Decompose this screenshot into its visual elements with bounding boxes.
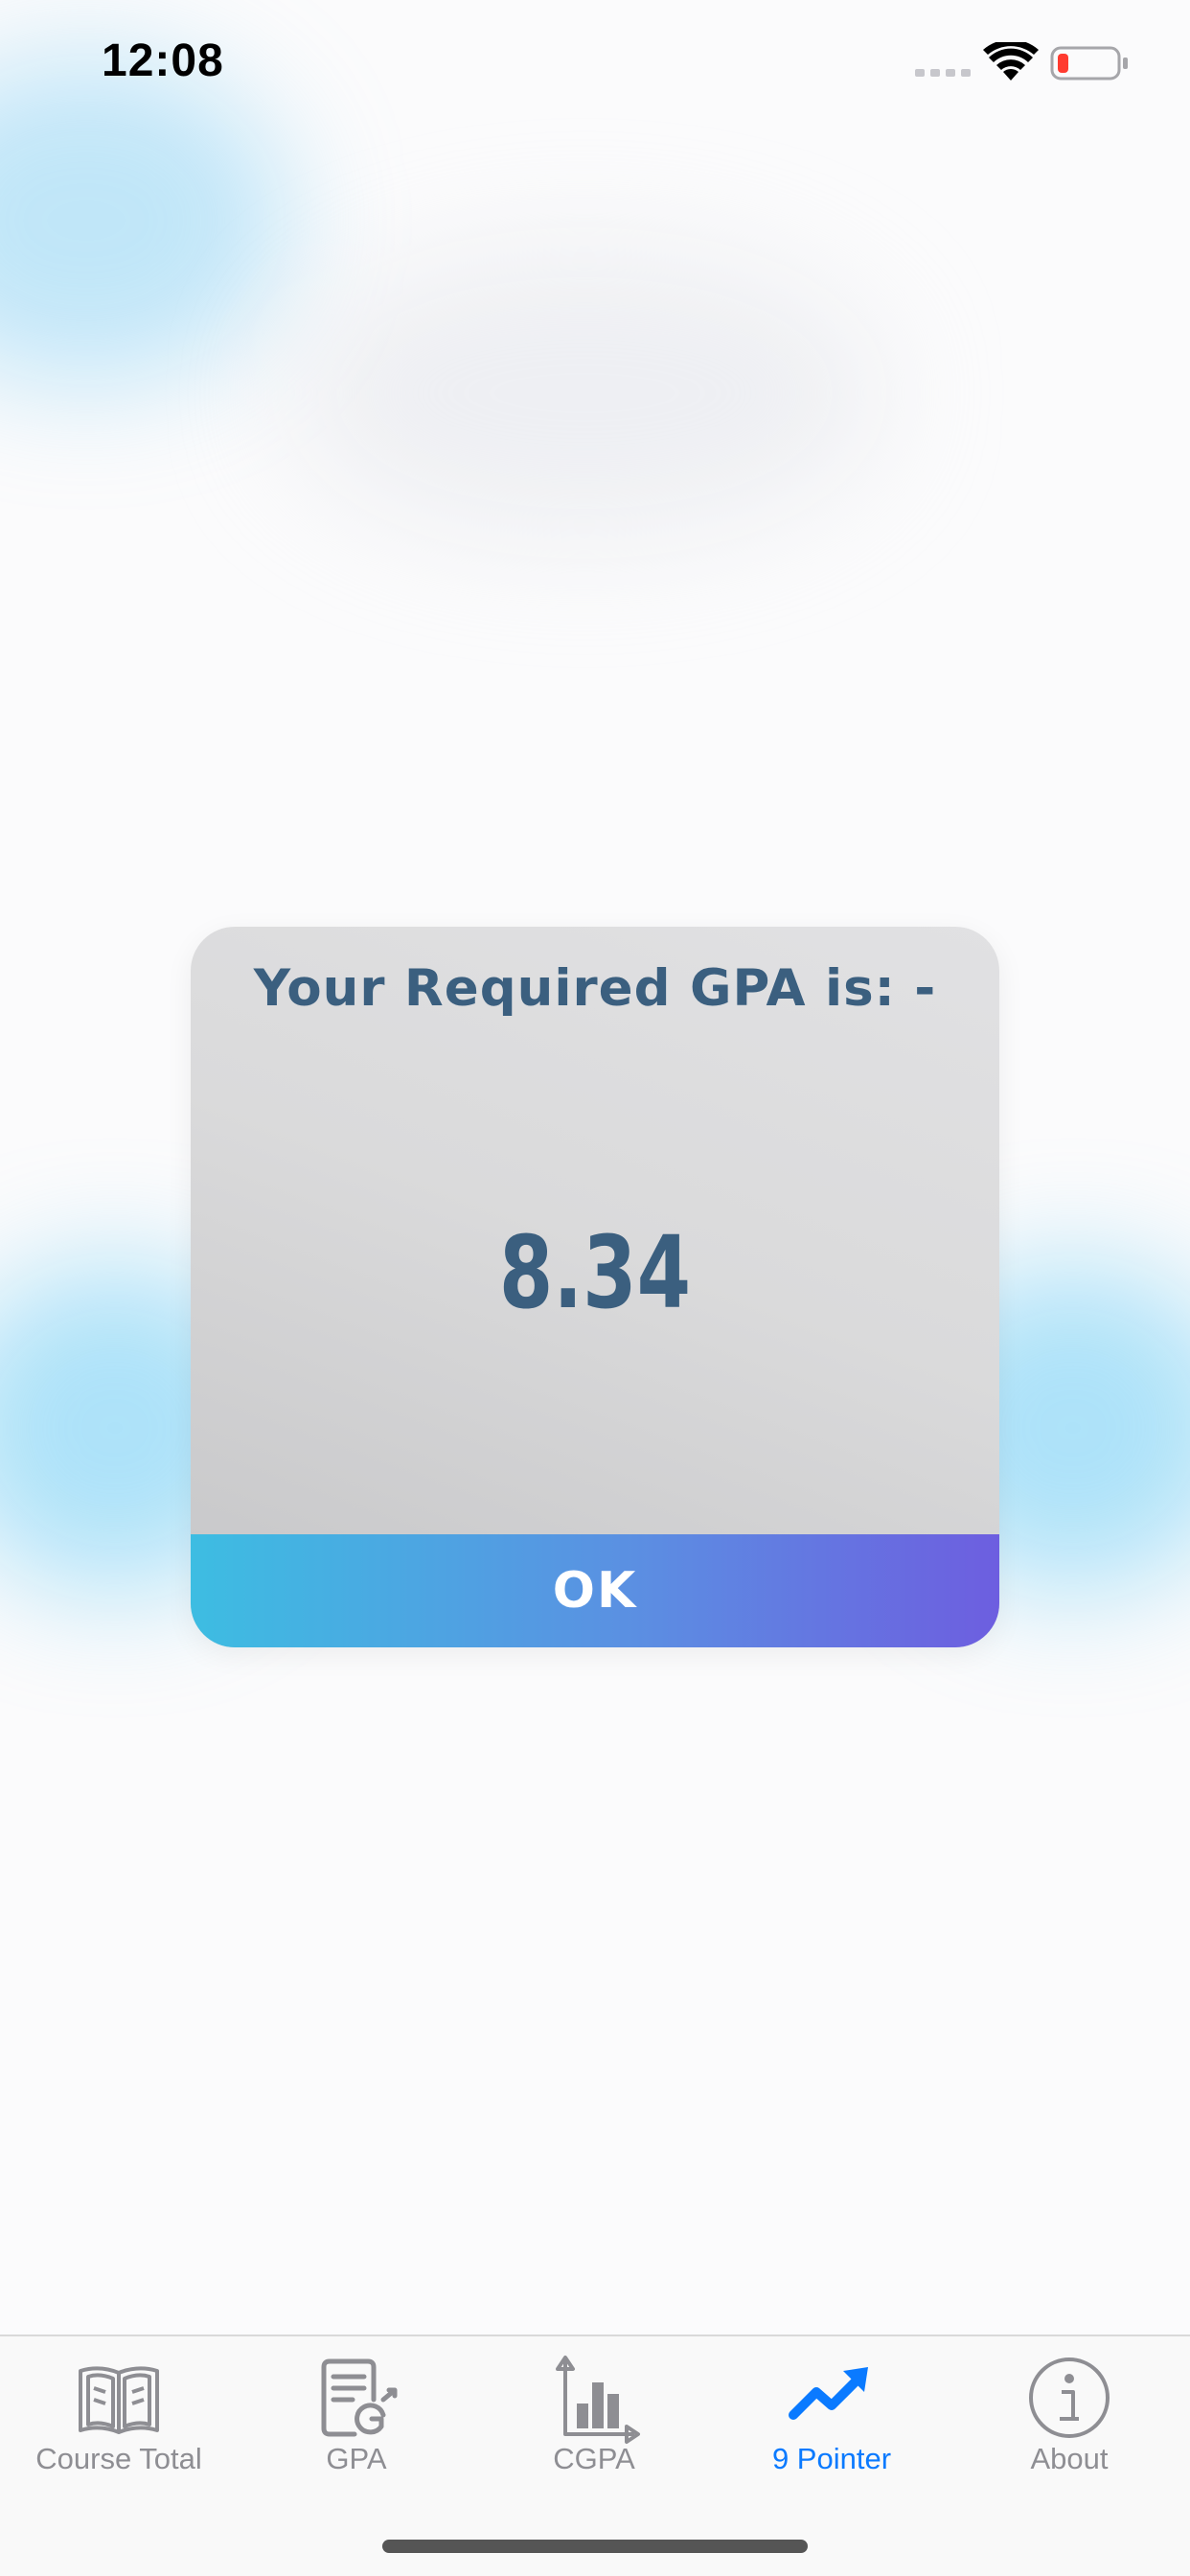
ok-button[interactable]: OK: [191, 1534, 999, 1647]
required-gpa-value: 8.34: [498, 1214, 692, 1331]
info-icon: [1029, 2358, 1110, 2438]
tab-course-total[interactable]: Course Total: [0, 2336, 238, 2490]
wifi-icon: [983, 42, 1039, 80]
tab-label: GPA: [326, 2442, 387, 2475]
tab-9-pointer[interactable]: 9 Pointer: [713, 2336, 950, 2490]
battery-icon: [1050, 46, 1128, 80]
tab-label: Course Total: [35, 2442, 202, 2475]
tab-cgpa[interactable]: CGPA: [475, 2336, 713, 2490]
tab-label: CGPA: [553, 2442, 635, 2475]
gpa-document-icon: [321, 2358, 398, 2437]
background-blob: [287, 249, 881, 537]
tab-about[interactable]: About: [950, 2336, 1188, 2490]
bar-chart-icon: [556, 2356, 640, 2444]
tab-label: 9 Pointer: [771, 2442, 892, 2475]
status-bar: 12:08: [0, 0, 1190, 134]
home-indicator[interactable]: [382, 2540, 808, 2553]
ok-button-label: OK: [552, 1562, 638, 1620]
screen: 12:08 Your Required GPA is: - 8.34 OK Co…: [0, 0, 1190, 2576]
trending-up-icon: [789, 2367, 868, 2420]
tab-label: About: [1030, 2442, 1109, 2475]
book-icon: [79, 2366, 159, 2434]
required-gpa-dialog: Your Required GPA is: - 8.34 OK: [191, 927, 999, 1647]
status-time: 12:08: [102, 35, 224, 86]
tab-gpa[interactable]: GPA: [238, 2336, 475, 2490]
dialog-title: Your Required GPA is: -: [253, 959, 937, 1018]
cellular-signal-icon: [915, 69, 971, 77]
